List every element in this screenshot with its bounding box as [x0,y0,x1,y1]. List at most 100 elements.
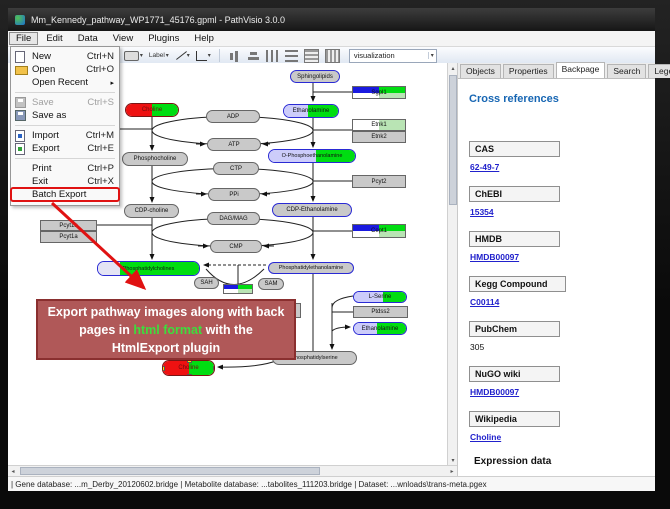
app-icon [15,15,25,25]
node-label: O-Phosphoethanolamine [269,150,355,162]
xref-link-62-49-7[interactable]: 62-49-7 [470,162,499,172]
connector-tool-button[interactable]: ▾ [195,50,212,62]
selection-handle[interactable] [213,366,215,371]
selection-handle[interactable] [187,374,192,376]
node-phosphatidylethanolamine[interactable]: Phosphatidylethanolamine [268,262,354,274]
node-cmp[interactable]: CMP [210,240,262,253]
node-ctp[interactable]: CTP [213,162,259,175]
node-ppi[interactable]: PPi [208,188,260,201]
file-menu-item-new[interactable]: NewCtrl+N [11,50,119,63]
menu-file[interactable]: File [9,32,38,45]
selection-handle[interactable] [187,360,192,363]
chevron-down-icon[interactable]: ▾ [208,52,211,59]
canvas-horizontal-scrollbar[interactable]: ◂ ▸ [8,465,457,476]
node-label: Sphingolipids [291,71,339,82]
file-menu-item-batch-export[interactable]: Batch Export [11,188,119,201]
file-menu-item-open[interactable]: OpenCtrl+O [11,63,119,76]
node-cdp-ethanolamine[interactable]: CDP-Ethanolamine [272,203,352,217]
file-menu-item-import[interactable]: ImportCtrl+M [11,129,119,142]
node-cdp-choline[interactable]: CDP-choline [124,204,179,218]
line-tool-button[interactable]: ▾ [174,49,191,62]
xref-link-15354[interactable]: 15354 [470,207,494,217]
node-label: Choline [163,361,214,375]
tab-objects[interactable]: Objects [460,64,501,78]
chevron-down-icon[interactable]: ▾ [187,52,190,59]
node-gene-partially-hidden[interactable] [223,284,253,294]
canvas-vertical-scrollbar[interactable]: ▴ ▾ [447,63,457,465]
horizontal-scroll-thumb[interactable] [20,467,320,475]
node-o-phosphoethanolamine[interactable]: O-Phosphoethanolamine [268,149,356,163]
side-panel: ObjectsPropertiesBackpageSearchLegend Cr… [457,63,655,476]
menu-help[interactable]: Help [187,32,221,45]
visualization-combobox[interactable]: visualization ▾ [349,49,437,63]
vertical-scroll-thumb[interactable] [449,75,457,205]
scroll-left-icon[interactable]: ◂ [8,466,18,476]
node-sphingolipids[interactable]: Sphingolipids [290,70,340,83]
align-center-button[interactable] [228,50,241,62]
gene-datanode-tool-button[interactable]: ▾ [123,50,144,62]
xref-database-name: PubChem [469,321,560,337]
xref-value: HMDB00097 [470,252,566,262]
menu-item-shortcut: Ctrl+P [87,163,114,174]
menu-edit[interactable]: Edit [39,32,69,45]
menu-item-label: Print [32,163,79,174]
node-dag-mag[interactable]: DAG/MAG [207,212,260,225]
tab-backpage[interactable]: Backpage [556,62,606,78]
xref-link-hmdb00097[interactable]: HMDB00097 [470,387,519,397]
file-menu-item-open-recent[interactable]: Open Recent▸ [11,76,119,89]
menu-separator [15,125,115,126]
node-adp[interactable]: ADP [206,110,260,123]
node-etnk1[interactable]: Etnk1 [352,119,406,131]
stack-vertical-button[interactable] [304,49,319,63]
chevron-down-icon[interactable]: ▾ [140,52,143,59]
node-choline-top[interactable]: Choline [125,103,179,117]
node-pcyt2[interactable]: Pcyt2 [352,175,406,188]
selection-handle[interactable] [162,360,165,363]
tab-search[interactable]: Search [607,64,646,78]
node-label: Sgpl1 [353,87,405,98]
stack-horizontal-button[interactable] [325,49,340,63]
distribute-vertical-button[interactable] [285,50,298,62]
node-label: Ethanolamine [354,323,406,334]
scroll-right-icon[interactable]: ▸ [447,466,457,476]
annotation-callout: Export pathway images along with back pa… [36,299,296,360]
node-phosphocholine[interactable]: Phosphocholine [122,152,188,166]
selection-handle[interactable] [162,366,165,371]
node-phosphatidylcholines[interactable]: Phosphatidylcholines [97,261,200,276]
xref-link-c00114[interactable]: C00114 [470,297,499,307]
file-menu-item-export[interactable]: ExportCtrl+E [11,142,119,155]
distribute-horizontal-button[interactable] [266,50,279,62]
node-etnk2[interactable]: Etnk2 [352,131,406,143]
node-sah[interactable]: SAH [194,277,219,289]
node-cept1[interactable]: Cept1 [352,224,406,238]
align-middle-button[interactable] [247,50,260,62]
import-icon [14,130,28,141]
node-label: CMP [211,241,261,252]
xref-link-hmdb00097[interactable]: HMDB00097 [470,252,519,262]
tab-legend[interactable]: Legend [648,64,670,78]
file-menu-item-exit[interactable]: ExitCtrl+X [11,175,119,188]
node-sgpl1[interactable]: Sgpl1 [352,86,406,99]
menu-data[interactable]: Data [71,32,105,45]
node-choline-selected[interactable]: Choline [162,360,215,376]
chevron-down-icon[interactable]: ▾ [166,52,169,59]
file-menu-item-save-as[interactable]: Save as [11,109,119,122]
menu-plugins[interactable]: Plugins [141,32,186,45]
node-pcyt1a[interactable]: Pcyt1a [40,231,97,243]
window-title: Mm_Kennedy_pathway_WP1771_45176.gpml - P… [31,15,285,25]
node-ptdss2[interactable]: Ptdss2 [353,306,408,318]
tab-properties[interactable]: Properties [503,64,554,78]
node-pcyt1b[interactable]: Pcyt1b [40,220,97,231]
node-atp[interactable]: ATP [207,138,261,151]
node-ethanolamine-bottom[interactable]: Ethanolamine [353,322,407,335]
status-text: | Gene database: ...m_Derby_20120602.bri… [11,480,487,489]
pathvisio-window: Mm_Kennedy_pathway_WP1771_45176.gpml - P… [8,8,655,491]
node-l-serine[interactable]: L-Serine [353,291,407,303]
menu-view[interactable]: View [106,32,140,45]
file-menu-item-print[interactable]: Print Ctrl+P [11,162,119,175]
chevron-down-icon[interactable]: ▾ [428,52,434,59]
node-sam[interactable]: SAM [258,278,284,290]
node-ethanolamine-top[interactable]: Ethanolamine [283,104,339,118]
label-tool-button[interactable]: Label ▾ [148,51,170,60]
xref-link-choline[interactable]: Choline [470,432,501,442]
